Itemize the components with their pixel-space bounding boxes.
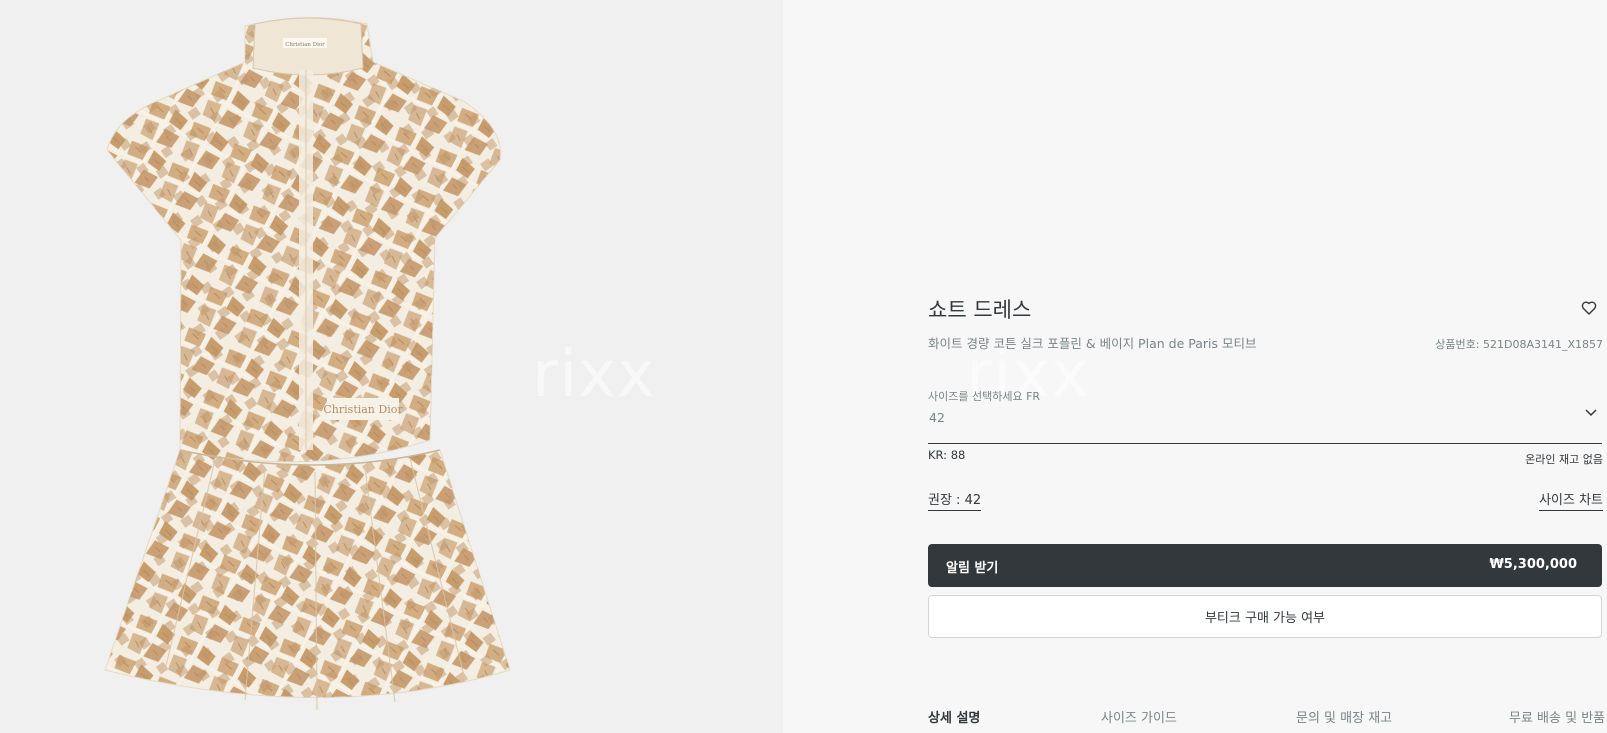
recommended-size: 권장 : 42 — [928, 489, 982, 511]
tab-inquiry-stock[interactable]: 문의 및 매장 재고 — [1296, 707, 1392, 726]
size-select[interactable]: 사이즈를 선택하세요 FR 42 — [928, 385, 1602, 444]
heart-icon[interactable] — [1581, 300, 1597, 316]
tab-shipping-returns[interactable]: 무료 배송 및 반품 — [1509, 707, 1605, 726]
kr-size-text: KR: 88 — [928, 448, 966, 462]
dress-image[interactable]: Christian Dior Christian Dior — [95, 10, 535, 730]
boutique-availability-button[interactable]: 부티크 구매 가능 여부 — [928, 595, 1602, 638]
size-chart-link[interactable]: 사이즈 차트 — [1539, 489, 1603, 511]
notify-button-label: 알림 받기 — [946, 561, 999, 576]
product-price: ₩5,300,000 — [1489, 557, 1577, 572]
tab-size-guide[interactable]: 사이즈 가이드 — [1101, 707, 1177, 726]
size-select-label: 사이즈를 선택하세요 FR — [928, 390, 1041, 403]
stock-status: 온라인 재고 없음 — [1525, 453, 1603, 466]
tab-details[interactable]: 상세 설명 — [928, 707, 980, 726]
watermark-text: rixx — [532, 338, 656, 412]
notify-button[interactable]: 알림 받기 ₩5,300,000 — [928, 544, 1602, 587]
product-tabs: 상세 설명 사이즈 가이드 문의 및 매장 재고 무료 배송 및 반품 — [928, 707, 1605, 729]
hip-label: Christian Dior — [323, 403, 403, 416]
neck-label: Christian Dior — [285, 42, 325, 48]
product-sku: 상품번호: 521D08A3141_X1857 — [1435, 338, 1603, 351]
product-subtitle: 화이트 경량 코튼 실크 포플린 & 베이지 Plan de Paris 모티브 — [928, 336, 1257, 351]
size-select-value: 42 — [929, 410, 945, 425]
product-image-panel: Christian Dior Christian Dior rixx — [0, 0, 783, 733]
chevron-down-icon — [1585, 409, 1597, 417]
product-title: 쇼트 드레스 — [928, 298, 1032, 322]
